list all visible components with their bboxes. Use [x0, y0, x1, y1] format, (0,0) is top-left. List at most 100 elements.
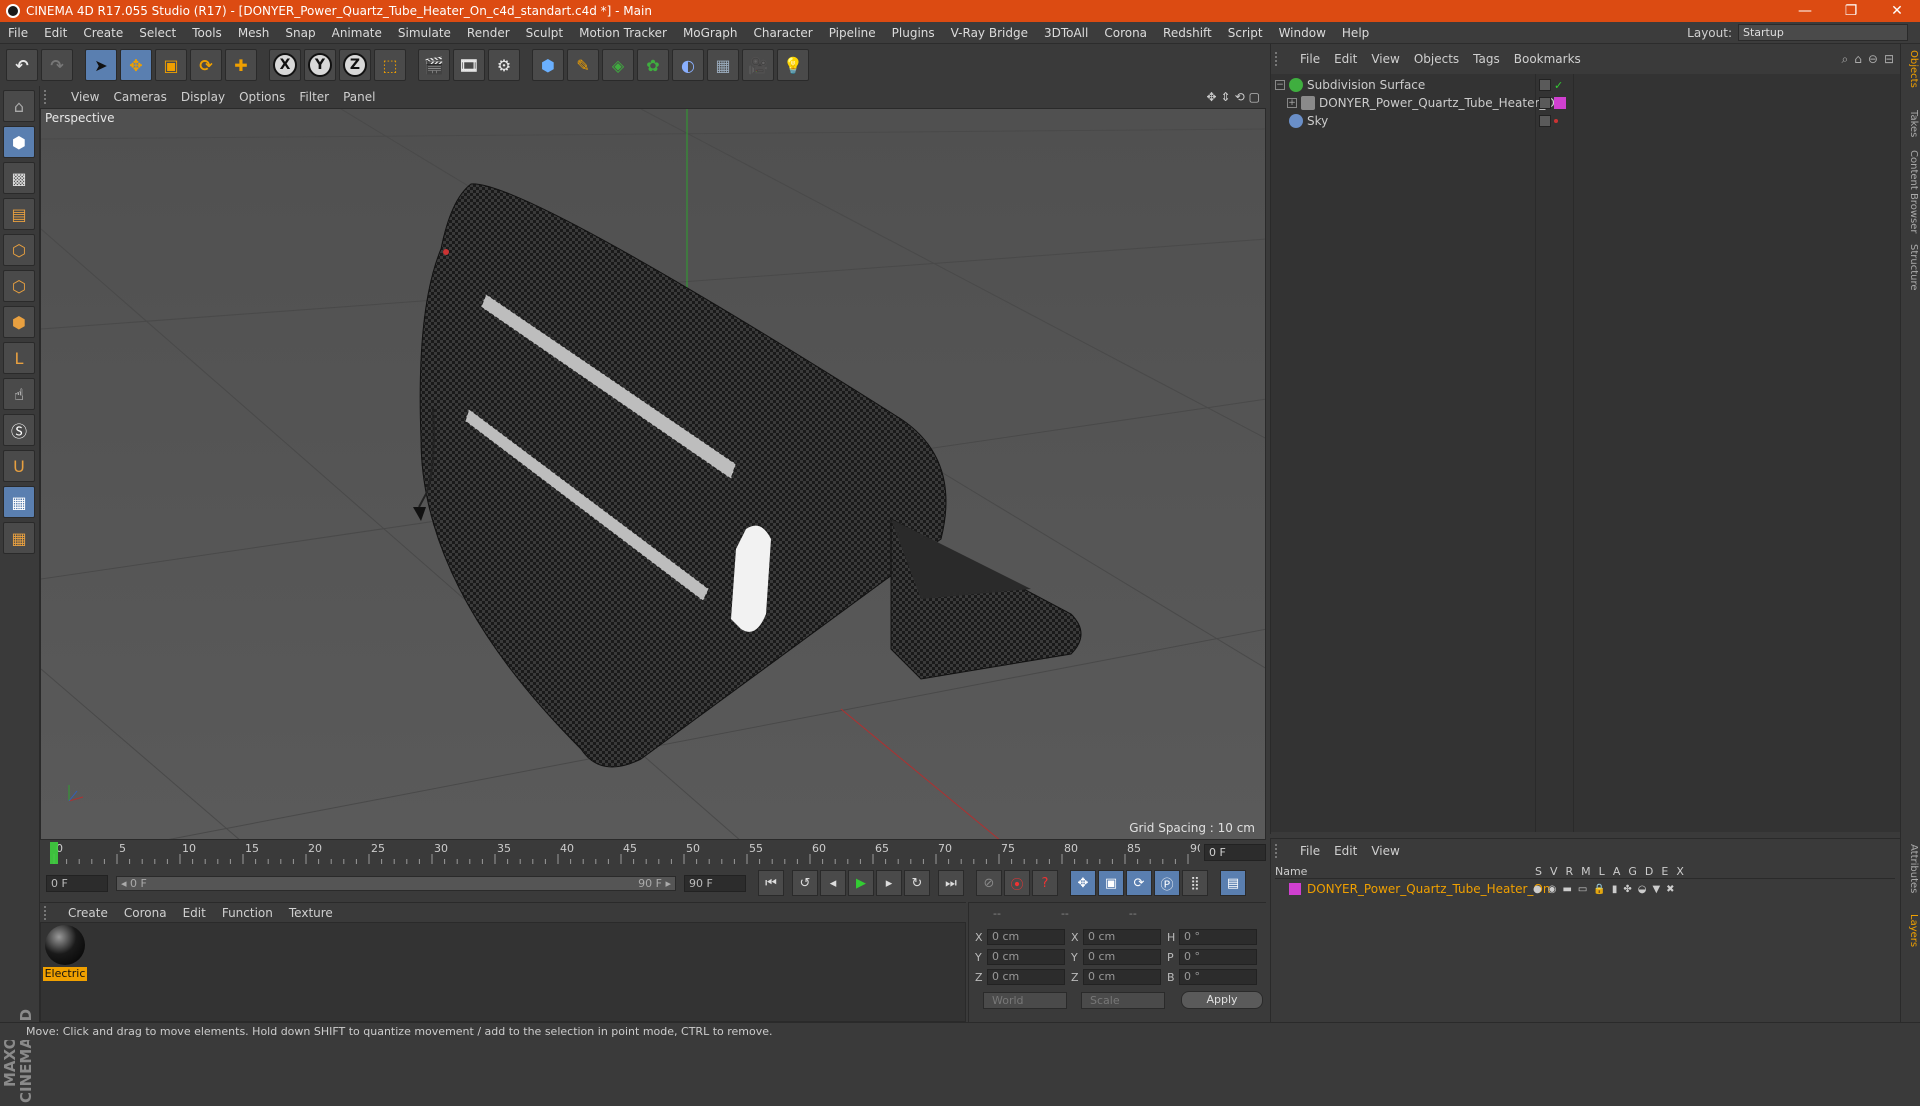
scale-dropdown[interactable]: Scale — [1081, 992, 1165, 1009]
menu-file[interactable]: File — [0, 26, 36, 40]
viewport-menu-view[interactable]: View — [64, 90, 106, 104]
timeline-window-button[interactable]: ▤ — [1220, 870, 1246, 896]
motion-recording-button[interactable]: ⊘ — [976, 870, 1002, 896]
tab-layers[interactable]: Layers — [1903, 914, 1919, 947]
tab-content-browser[interactable]: Content Browser — [1903, 150, 1919, 233]
rotation-p-field[interactable]: 0 ° — [1179, 949, 1257, 965]
subdivision-surface-button[interactable]: ◈ — [602, 49, 634, 81]
snap-button[interactable]: Ⓢ — [3, 414, 35, 446]
y-axis-button[interactable]: Y — [304, 49, 336, 81]
axis-mode-button[interactable]: L — [3, 342, 35, 374]
start-frame-field[interactable]: 0 F — [46, 874, 108, 892]
key-scale-button[interactable]: ▣ — [1098, 870, 1124, 896]
next-keyframe-button[interactable]: ↻ — [904, 870, 930, 896]
layer-color-swatch[interactable] — [1554, 97, 1566, 109]
object-row[interactable]: Sky — [1275, 112, 1328, 130]
edges-mode-button[interactable]: ⬡ — [3, 270, 35, 302]
polygons-mode-button[interactable]: ⬢ — [3, 306, 35, 338]
viewport-menu-filter[interactable]: Filter — [292, 90, 336, 104]
menu-animate[interactable]: Animate — [324, 26, 390, 40]
object-menu-bookmarks[interactable]: Bookmarks — [1507, 52, 1588, 66]
menu-character[interactable]: Character — [745, 26, 820, 40]
solo-dot-icon[interactable]: ● — [1533, 884, 1542, 895]
key-pla-button[interactable]: ⣿ — [1182, 870, 1208, 896]
restore-button[interactable]: ❐ — [1828, 0, 1874, 22]
generator-icon[interactable]: ✤ — [1623, 884, 1631, 895]
menu-redshift[interactable]: Redshift — [1155, 26, 1220, 40]
object-list[interactable]: − Subdivision Surface + DONYER_Power_Qua… — [1271, 74, 1901, 832]
menu-help[interactable]: Help — [1334, 26, 1377, 40]
menu-3dtoall[interactable]: 3DToAll — [1036, 26, 1096, 40]
xref-icon[interactable]: ✖ — [1666, 884, 1674, 895]
material-menu-edit[interactable]: Edit — [175, 906, 214, 920]
menu-snap[interactable]: Snap — [277, 26, 323, 40]
menu-mograph[interactable]: MoGraph — [675, 26, 746, 40]
render-settings-button[interactable]: ⚙ — [488, 49, 520, 81]
menu-select[interactable]: Select — [131, 26, 184, 40]
link-icon[interactable]: ⊖ — [1868, 52, 1878, 67]
expression-icon[interactable]: ▼ — [1652, 884, 1660, 895]
position-z-field[interactable]: 0 cm — [987, 969, 1065, 985]
playhead[interactable] — [50, 842, 58, 864]
menu-plugins[interactable]: Plugins — [884, 26, 943, 40]
scale-tool-button[interactable]: ▣ — [155, 49, 187, 81]
render-picture-viewer-button[interactable]: 🎞 — [453, 49, 485, 81]
world-dropdown[interactable]: World — [983, 992, 1067, 1009]
menu-corona[interactable]: Corona — [1096, 26, 1155, 40]
viewport-menu-panel[interactable]: Panel — [336, 90, 382, 104]
rotation-h-field[interactable]: 0 ° — [1179, 929, 1257, 945]
planar-workplane-button[interactable]: ▦ — [3, 522, 35, 554]
rotate-tool-button[interactable]: ⟳ — [190, 49, 222, 81]
key-parameter-button[interactable]: Ⓟ — [1154, 870, 1180, 896]
render-view-button[interactable]: 🎬 — [418, 49, 450, 81]
tab-objects[interactable]: Objects — [1903, 50, 1919, 88]
home-icon[interactable]: ⌂ — [1854, 52, 1862, 67]
enabled-check-icon[interactable]: ✓ — [1554, 79, 1563, 92]
close-button[interactable]: ✕ — [1874, 0, 1920, 22]
points-mode-button[interactable]: ⬡ — [3, 234, 35, 266]
material-swatch[interactable]: Electric — [43, 925, 87, 981]
layer-row[interactable]: DONYER_Power_Quartz_Tube_Heater_On ● ◉ ▬… — [1275, 881, 1895, 897]
workplane-mode-button[interactable]: ▤ — [3, 198, 35, 230]
object-menu-file[interactable]: File — [1293, 52, 1327, 66]
redo-button[interactable]: ↷ — [41, 49, 73, 81]
eye-icon[interactable]: ◉ — [1548, 884, 1557, 895]
object-menu-objects[interactable]: Objects — [1407, 52, 1466, 66]
key-rotation-button[interactable]: ⟳ — [1126, 870, 1152, 896]
deformer-button[interactable]: ◐ — [672, 49, 704, 81]
go-to-end-button[interactable]: ⏭ — [938, 870, 964, 896]
key-position-button[interactable]: ✥ — [1070, 870, 1096, 896]
timeline-ruler[interactable]: 051015202530354045505560657075808590 0 F — [40, 840, 1266, 866]
autokey-button[interactable]: ? — [1032, 870, 1058, 896]
layer-menu-view[interactable]: View — [1364, 844, 1406, 858]
render-clapper-icon[interactable]: ▬ — [1562, 884, 1571, 895]
layer-menu-edit[interactable]: Edit — [1327, 844, 1364, 858]
model-mode-button[interactable]: ⬢ — [3, 126, 35, 158]
previous-frame-button[interactable]: ◂ — [820, 870, 846, 896]
viewport-menu-options[interactable]: Options — [232, 90, 292, 104]
object-menu-view[interactable]: View — [1364, 52, 1406, 66]
play-button[interactable]: ▶ — [848, 870, 874, 896]
go-to-start-button[interactable]: ⏮ — [758, 870, 784, 896]
array-button[interactable]: ✿ — [637, 49, 669, 81]
next-frame-button[interactable]: ▸ — [876, 870, 902, 896]
position-x-field[interactable]: 0 cm — [987, 929, 1065, 945]
viewport-menu-display[interactable]: Display — [174, 90, 232, 104]
lock-icon[interactable]: 🔒 — [1593, 884, 1605, 895]
apply-button[interactable]: Apply — [1181, 991, 1263, 1009]
make-editable-button[interactable]: ⌂ — [3, 90, 35, 122]
recent-tools-button[interactable]: ✚ — [225, 49, 257, 81]
material-menu-texture[interactable]: Texture — [281, 906, 341, 920]
magnet-button[interactable]: U — [3, 450, 35, 482]
manager-icon[interactable]: ▭ — [1578, 884, 1587, 895]
menu-mesh[interactable]: Mesh — [230, 26, 278, 40]
3d-viewport[interactable]: Perspective Grid Spacing : 10 cm — [40, 108, 1266, 840]
maximize-view-icon[interactable]: ▢ — [1249, 90, 1260, 104]
size-y-field[interactable]: 0 cm — [1083, 949, 1161, 965]
dolly-icon[interactable]: ⇕ — [1221, 90, 1231, 104]
move-tool-button[interactable]: ✥ — [120, 49, 152, 81]
pan-icon[interactable]: ✥ — [1206, 90, 1216, 104]
camera-button[interactable]: 🎥 — [742, 49, 774, 81]
visibility-toggle[interactable] — [1539, 79, 1551, 91]
menu-motion-tracker[interactable]: Motion Tracker — [571, 26, 675, 40]
